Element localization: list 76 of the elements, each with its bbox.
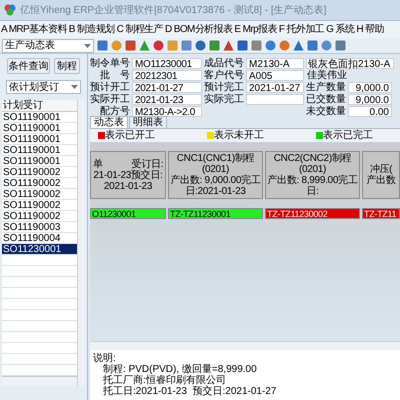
input-field[interactable]: 2021-01-23 (132, 94, 202, 105)
order-bar[interactable]: O11230001 (90, 208, 166, 219)
field-label: 成品代号 (204, 58, 245, 69)
field-label: 配方号 (99, 106, 131, 117)
input-field[interactable]: 9,000.0 (348, 82, 392, 93)
stage-text: 2021-01-23 (104, 180, 152, 192)
process-button[interactable]: 制程 (54, 58, 80, 74)
legend-label: 表示已完工 (323, 130, 373, 141)
input-field[interactable]: 2021-01-27 (246, 82, 304, 93)
order-row[interactable]: SO11190001 (2, 134, 78, 145)
input-field[interactable]: A005 (246, 70, 304, 81)
field-label: 批 号 (99, 70, 131, 81)
order-row[interactable]: SO11190002 (2, 167, 78, 178)
order-row[interactable]: SO11190001 (2, 145, 78, 156)
field-label: 生产数量 (306, 82, 347, 93)
stage-text: 产出数 (366, 175, 396, 186)
stage-text: 产出数: 9,000.00完工 (170, 175, 260, 186)
menu-item[interactable]: C 制程生产 (116, 24, 163, 35)
column-header[interactable]: 计划受订 (2, 100, 78, 112)
input-field[interactable]: M2130-A (246, 58, 304, 69)
menu-item[interactable]: D BOM分析报表 (164, 24, 232, 35)
menu-item[interactable]: G 系统 (326, 24, 354, 35)
order-row[interactable]: SO11190002 (2, 189, 78, 200)
description-line: 托工日:2021-01-23 预交日:2021-01-27 (102, 386, 278, 397)
order-row[interactable]: SO11230001 (2, 244, 78, 255)
stage-text: 产出数: 8,999.00完工 (268, 175, 358, 186)
stage-text: CNC2(CNC2)制程 (0201) (274, 153, 352, 175)
tab[interactable]: 明细表 (129, 116, 167, 128)
legend-label: 表示已开工 (105, 130, 155, 141)
order-row[interactable]: SO11190002 (2, 178, 78, 189)
stage-text: 日: (306, 186, 319, 197)
order-row[interactable]: SO11190002 (2, 211, 78, 222)
order-row[interactable]: SO11190004 (2, 233, 78, 244)
field-label: 已交数量 (306, 94, 347, 105)
stage-text: 冲压( (370, 164, 392, 175)
input-field[interactable]: 银灰色面扣2130-A (306, 58, 394, 69)
stage-text: 日:2021-01-23 (185, 186, 246, 197)
field-label: 客户代号 (204, 70, 245, 81)
order-bar[interactable]: TZ-TZ11230001 (168, 208, 263, 219)
order-row[interactable]: SO11190003 (2, 222, 78, 233)
order-row[interactable]: SO11190001 (2, 112, 78, 123)
description-title: 说明: (93, 353, 117, 364)
field-label: 实际开工 (90, 94, 131, 105)
order-bar[interactable]: TZ-TZ11 (362, 208, 400, 219)
input-field[interactable]: M2130-A->2.0 (132, 106, 202, 117)
description-line: 托工厂商:恒睿印刷有限公司 (102, 375, 227, 386)
menu-item[interactable]: F 托外加工 (278, 24, 324, 35)
field-label: 未交数量 (306, 106, 347, 117)
order-row[interactable]: SO11190001 (2, 156, 78, 167)
stage-text: 21-01-23预交日: (93, 170, 163, 180)
legend-label: 表示未开工 (214, 130, 264, 141)
stage-text: 单 受订日: (92, 158, 164, 170)
description-line: 制程: PVD(PVD), 缴回量=8,999.00 (102, 364, 258, 375)
window-title: 亿恒Yiheng ERP企业管理软件[8704V0173876 - 测试8] - [生产动态表] (20, 4, 326, 16)
input-field[interactable]: 2021-01-27 (132, 82, 202, 93)
stage-text: CNC1(CNC1)制程 (0201) (176, 153, 256, 175)
field-label: 预计开工 (90, 82, 131, 93)
menu-item[interactable]: E Mrp报表 (234, 24, 277, 35)
menu-item[interactable]: H 帮助 (356, 24, 384, 35)
menu-item[interactable]: A MRP基本资料 (1, 24, 67, 35)
menu-item[interactable]: B 制造规划 (68, 24, 115, 35)
input-field[interactable]: MO11230001 (132, 58, 202, 69)
field-label: 实际完工 (204, 94, 245, 105)
query-button[interactable]: 条件查询 (7, 58, 50, 74)
input-field[interactable]: 0.00 (348, 106, 392, 117)
field-label: 预计完工 (204, 82, 245, 93)
customer-name: 佳美伟业 (306, 70, 348, 81)
view-dropdown[interactable]: 生产动态表 (2, 38, 94, 52)
field-label: 制令单号 (90, 58, 131, 69)
input-field[interactable]: 20212301 (132, 70, 202, 81)
order-row[interactable]: SO11190001 (2, 123, 78, 134)
filter-dropdown[interactable]: 依计划受订 (6, 80, 81, 94)
tab[interactable]: 动态表 (90, 116, 128, 128)
order-bar[interactable]: TZ-TZ11230002 (265, 208, 360, 219)
order-row[interactable]: SO11190002 (2, 200, 78, 211)
input-field[interactable]: 9,000.0 (348, 94, 392, 105)
